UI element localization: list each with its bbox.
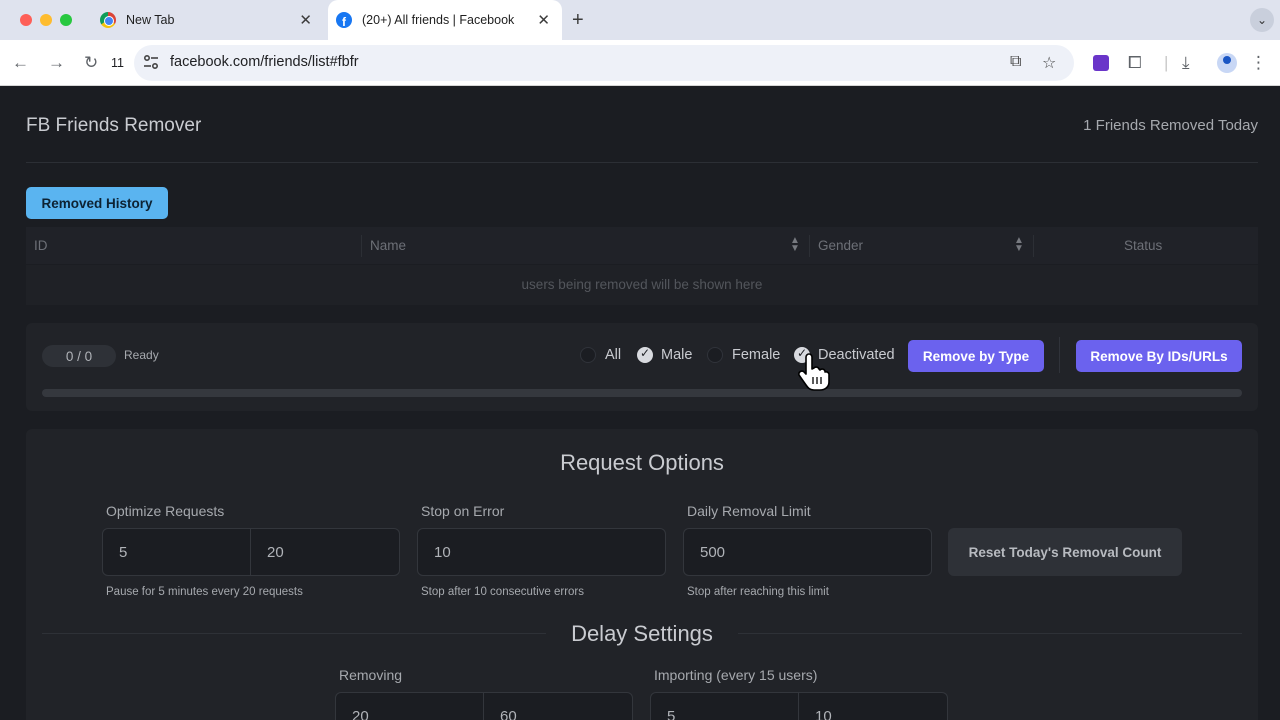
filter-female-checkbox[interactable]: [707, 347, 723, 363]
facebook-icon: f: [336, 12, 352, 28]
tab-title: (20+) All friends | Facebook: [362, 13, 515, 27]
daily-removal-limit-input[interactable]: 500: [683, 528, 932, 576]
column-header-id[interactable]: ID: [34, 238, 48, 253]
options-panel: Request Options Optimize Requests 5 20 P…: [26, 429, 1258, 720]
filter-male-label[interactable]: Male: [661, 347, 692, 363]
importing-delay-label: Importing (every 15 users): [654, 667, 818, 683]
column-divider: [809, 235, 810, 257]
filter-male-checkbox[interactable]: [637, 346, 653, 363]
table-header: ID Name ▲ ▼ Gender ▲ ▼ Status: [26, 227, 1258, 265]
profile-avatar-icon[interactable]: [1217, 53, 1237, 73]
sort-icon[interactable]: ▲ ▼: [1014, 236, 1024, 254]
window-minimize-button[interactable]: [40, 14, 52, 26]
address-bar[interactable]: facebook.com/friends/list#fbfr ⧉ ☆: [134, 45, 1074, 81]
filter-female-label[interactable]: Female: [732, 347, 780, 363]
removal-table: ID Name ▲ ▼ Gender ▲ ▼ Status users being …: [26, 227, 1258, 305]
reload-badge: 11: [111, 56, 124, 70]
delay-settings-title: Delay Settings: [571, 621, 713, 646]
removed-today-count: 1 Friends Removed Today: [1083, 117, 1258, 134]
back-icon[interactable]: ←: [12, 52, 29, 74]
column-header-name[interactable]: Name: [370, 238, 406, 253]
download-icon[interactable]: ⤓: [1182, 52, 1190, 74]
tab-new-tab[interactable]: New Tab ✕: [92, 0, 324, 40]
stop-on-error-input[interactable]: 10: [417, 528, 666, 576]
removing-delay-max-input[interactable]: 60: [484, 692, 633, 720]
stop-on-error-hint: Stop after 10 consecutive errors: [421, 586, 584, 598]
close-icon[interactable]: ✕: [299, 11, 312, 29]
status-text: Ready: [124, 348, 159, 362]
stop-on-error-label: Stop on Error: [421, 503, 505, 519]
header-divider: [26, 162, 1258, 163]
sort-icon[interactable]: ▲ ▼: [790, 236, 800, 254]
progress-bar: [42, 389, 1242, 397]
remove-by-ids-button[interactable]: Remove By IDs/URLs: [1076, 340, 1242, 372]
section-divider: [738, 633, 1242, 634]
extension-app: FB Friends Remover 1 Friends Removed Tod…: [0, 87, 1280, 720]
forward-icon[interactable]: →: [48, 52, 65, 74]
table-empty-message: users being removed will be shown here: [521, 277, 763, 292]
column-header-status[interactable]: Status: [1124, 238, 1162, 253]
bookmark-star-icon[interactable]: ☆: [1042, 53, 1056, 73]
daily-removal-limit-hint: Stop after reaching this limit: [687, 586, 829, 598]
extension-fb-remover-icon[interactable]: [1093, 55, 1109, 71]
new-tab-button[interactable]: +: [572, 9, 584, 32]
optimize-pause-minutes-input[interactable]: 5: [102, 528, 251, 576]
removal-controls: 0 / 0 Ready All Male Female Deactivated …: [26, 323, 1258, 411]
importing-delay-max-input[interactable]: 10: [799, 692, 948, 720]
window-zoom-button[interactable]: [60, 14, 72, 26]
extensions-icon[interactable]: ⧠: [1128, 52, 1142, 74]
optimize-every-requests-input[interactable]: 20: [251, 528, 400, 576]
tab-title: New Tab: [126, 13, 175, 27]
removed-history-button[interactable]: Removed History: [26, 187, 168, 219]
removing-delay-label: Removing: [339, 667, 403, 683]
browser-toolbar: ← → ↻ 11 facebook.com/friends/list#fbfr …: [0, 40, 1280, 86]
optimize-requests-hint: Pause for 5 minutes every 20 requests: [106, 586, 303, 598]
progress-counter: 0 / 0: [42, 345, 116, 367]
reload-icon[interactable]: ↻: [84, 52, 98, 74]
remove-by-type-button[interactable]: Remove by Type: [908, 340, 1044, 372]
browser-tab-strip: New Tab ✕ f (20+) All friends | Facebook…: [0, 0, 1280, 40]
controls-divider: [1059, 337, 1060, 373]
removing-delay-min-input[interactable]: 20: [335, 692, 484, 720]
tab-facebook-friends[interactable]: f (20+) All friends | Facebook ✕: [328, 0, 562, 40]
reset-removal-count-button[interactable]: Reset Today's Removal Count: [948, 528, 1182, 576]
close-icon[interactable]: ✕: [537, 11, 550, 29]
site-settings-icon[interactable]: [142, 53, 164, 73]
optimize-requests-label: Optimize Requests: [106, 503, 225, 519]
window-close-button[interactable]: [20, 14, 32, 26]
toolbar-divider: |: [1164, 53, 1169, 72]
tab-search-button[interactable]: ⌄: [1250, 8, 1274, 32]
column-divider: [1033, 235, 1034, 257]
chrome-icon: [100, 12, 116, 28]
install-app-icon[interactable]: ⧉: [1010, 53, 1021, 71]
filter-all-radio[interactable]: [580, 347, 596, 363]
column-header-gender[interactable]: Gender: [818, 238, 863, 253]
url-text: facebook.com/friends/list#fbfr: [170, 54, 359, 70]
daily-removal-limit-label: Daily Removal Limit: [687, 503, 811, 519]
more-menu-icon[interactable]: ⋮: [1250, 52, 1267, 74]
filter-all-label[interactable]: All: [605, 347, 621, 363]
hand-pointer-cursor-icon: [798, 353, 830, 391]
app-title: FB Friends Remover: [26, 115, 202, 136]
importing-delay-min-input[interactable]: 5: [650, 692, 799, 720]
request-options-title: Request Options: [560, 450, 724, 475]
column-divider: [361, 235, 362, 257]
